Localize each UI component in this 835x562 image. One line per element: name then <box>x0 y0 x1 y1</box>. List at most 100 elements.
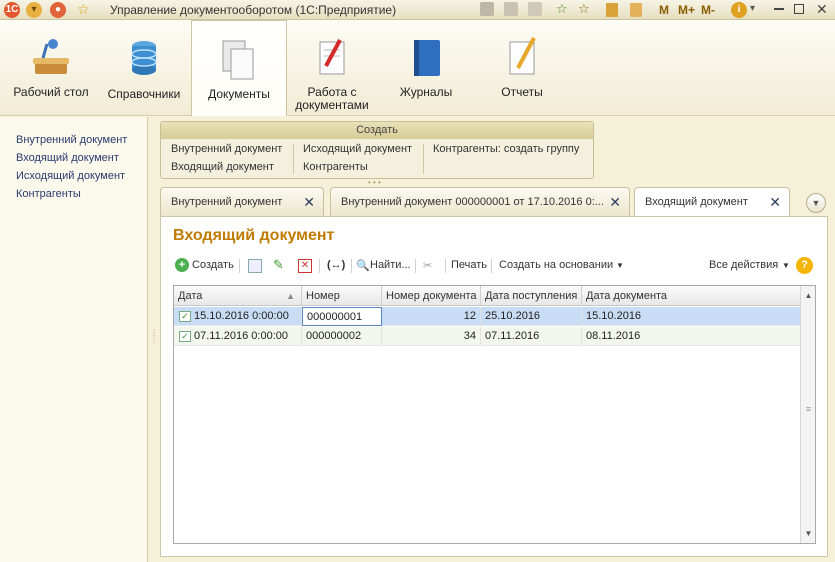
memory-minus-button[interactable]: M- <box>701 3 715 17</box>
column-header-number[interactable]: Номер <box>302 286 382 306</box>
scroll-up-icon[interactable]: ▲ <box>801 288 816 303</box>
tab-label: Входящий документ <box>645 196 748 208</box>
section-catalogs[interactable]: Справочники <box>104 20 184 116</box>
nav-link-incoming-document[interactable]: Входящий документ <box>16 152 119 164</box>
documents-icon <box>222 40 254 80</box>
section-label: Справочники <box>107 87 181 101</box>
link-refresh-icon[interactable]: (↔) <box>327 259 345 271</box>
toolbar-separator <box>239 259 240 273</box>
cell-number: 000000002 <box>302 327 382 346</box>
close-tab-icon[interactable]: ✕ <box>769 188 781 217</box>
create-panel-divider <box>293 144 294 174</box>
minimize-icon[interactable] <box>774 8 784 10</box>
memory-plus-button[interactable]: M+ <box>678 3 695 17</box>
history-icon[interactable]: ☆ <box>578 1 590 17</box>
create-outgoing-document-link[interactable]: Исходящий документ <box>303 143 412 155</box>
column-header-doc-number[interactable]: Номер документа <box>382 286 481 306</box>
preview-icon[interactable] <box>528 2 542 16</box>
cell-doc-number: 12 <box>382 307 481 326</box>
magnifier-icon[interactable]: 🔍 <box>356 259 370 272</box>
scroll-grip-icon[interactable]: ≡ <box>801 404 816 414</box>
posted-document-icon: ✓ <box>179 311 191 322</box>
form-title: Входящий документ <box>173 227 335 244</box>
print-button[interactable]: Печать <box>451 259 487 271</box>
save-icon[interactable] <box>480 2 494 16</box>
create-plus-icon[interactable]: + <box>175 258 189 272</box>
bookmark-add-icon[interactable]: ☆ <box>556 1 568 17</box>
create-based-on-button[interactable]: Создать на основании <box>499 259 613 271</box>
column-header-doc-date[interactable]: Дата документа <box>582 286 800 306</box>
section-label: Отчеты <box>501 85 543 99</box>
chevron-down-icon[interactable]: ▼ <box>782 261 790 270</box>
cell-date: 07.11.2016 0:00:00 <box>174 327 302 346</box>
create-button[interactable]: Создать <box>192 259 234 271</box>
report-icon <box>509 37 536 75</box>
nav-link-contractors[interactable]: Контрагенты <box>16 188 81 200</box>
create-panel-splitter[interactable]: • • • <box>368 178 381 187</box>
cell-received-date: 07.11.2016 <box>481 327 582 346</box>
navigation-panel: Внутренний документ Входящий документ Ис… <box>0 117 148 562</box>
main-menu-icon[interactable]: ▾ <box>26 2 42 18</box>
window-title: Управление документооборотом (1С:Предпри… <box>110 3 397 17</box>
calendar-icon[interactable] <box>630 3 642 17</box>
section-desktop[interactable]: Рабочий стол <box>12 20 90 116</box>
delete-mark-icon[interactable]: ✕ <box>298 259 312 273</box>
create-incoming-document-link[interactable]: Входящий документ <box>171 161 274 173</box>
nav-link-internal-document[interactable]: Внутренний документ <box>16 134 127 146</box>
window-titlebar: 1C ▾ ● ☆ Управление документооборотом (1… <box>0 0 835 20</box>
home-icon[interactable]: ● <box>50 2 66 18</box>
tab-internal-document[interactable]: Внутренний документ ✕ <box>160 187 324 216</box>
posted-document-icon: ✓ <box>179 331 191 342</box>
chevron-down-icon[interactable]: ▼ <box>616 261 624 270</box>
scroll-down-icon[interactable]: ▼ <box>801 526 816 541</box>
close-icon[interactable]: ✕ <box>816 1 828 18</box>
calculator-icon[interactable] <box>606 3 618 17</box>
incoming-document-list-form: Входящий документ + Создать ✎ ✕ (↔) 🔍 На… <box>160 216 828 557</box>
section-label: Документы <box>208 87 270 101</box>
table-row[interactable]: 15.10.2016 0:00:00 ✓ 000000001 12 25.10.… <box>174 307 800 326</box>
toolbar-separator <box>319 259 320 273</box>
print-icon[interactable] <box>504 2 518 16</box>
journal-book-icon <box>414 40 440 76</box>
cell-received-date: 25.10.2016 <box>481 307 582 326</box>
close-tab-icon[interactable]: ✕ <box>303 188 315 216</box>
toolbar-separator <box>415 259 416 273</box>
tab-internal-document-000000001[interactable]: Внутренний документ 000000001 от 17.10.2… <box>330 187 630 216</box>
copy-icon[interactable] <box>248 259 262 273</box>
section-label: Журналы <box>399 85 453 99</box>
document-edit-icon <box>319 39 345 75</box>
vertical-scrollbar[interactable]: ▲ ≡ ▼ <box>800 286 815 543</box>
sections-panel: Рабочий стол Справочники Документы Работ… <box>0 20 835 116</box>
cell-doc-date: 15.10.2016 <box>586 310 642 322</box>
favorites-star-icon[interactable]: ☆ <box>77 1 90 18</box>
create-internal-document-link[interactable]: Внутренний документ <box>171 143 282 155</box>
cancel-search-icon[interactable]: ✂ <box>423 259 432 272</box>
section-documents[interactable]: Документы <box>191 20 287 116</box>
create-contractor-link[interactable]: Контрагенты <box>303 161 368 173</box>
info-dropdown-icon[interactable]: ▾ <box>750 3 755 14</box>
section-journals[interactable]: Журналы <box>388 20 464 116</box>
all-actions-button[interactable]: Все действия <box>709 259 778 271</box>
create-contractor-group-link[interactable]: Контрагенты: создать группу <box>433 143 579 155</box>
app-logo-icon[interactable]: 1C <box>4 2 20 18</box>
nav-link-outgoing-document[interactable]: Исходящий документ <box>16 170 125 182</box>
edit-pencil-icon[interactable]: ✎ <box>273 257 284 273</box>
section-reports[interactable]: Отчеты <box>484 20 560 116</box>
create-panel: Создать Внутренний документ Входящий док… <box>160 121 594 179</box>
memory-m-button[interactable]: M <box>659 3 669 17</box>
close-tab-icon[interactable]: ✕ <box>609 188 621 216</box>
column-header-received-date[interactable]: Дата поступления <box>481 286 582 306</box>
section-work-with-documents[interactable]: Работа с документами <box>292 20 372 116</box>
help-button[interactable]: ? <box>796 257 813 274</box>
panel-splitter-handle[interactable]: ⋮ ⋮ <box>150 329 158 352</box>
tabs-menu-button[interactable]: ▼ <box>806 193 826 213</box>
table-row[interactable]: 07.11.2016 0:00:00 ✓ 000000002 34 07.11.… <box>174 327 800 346</box>
table-header: Дата ▲ Номер Номер документа Дата поступ… <box>174 286 800 306</box>
info-icon[interactable]: i <box>731 2 747 18</box>
sort-ascending-icon: ▲ <box>286 291 295 301</box>
find-button[interactable]: Найти... <box>370 259 411 271</box>
tab-incoming-document[interactable]: Входящий документ ✕ <box>634 187 790 217</box>
command-bar: + Создать ✎ ✕ (↔) 🔍 Найти... ✂ Печать Со… <box>173 257 823 277</box>
maximize-icon[interactable] <box>794 4 804 14</box>
column-header-date[interactable]: Дата ▲ <box>174 286 302 306</box>
